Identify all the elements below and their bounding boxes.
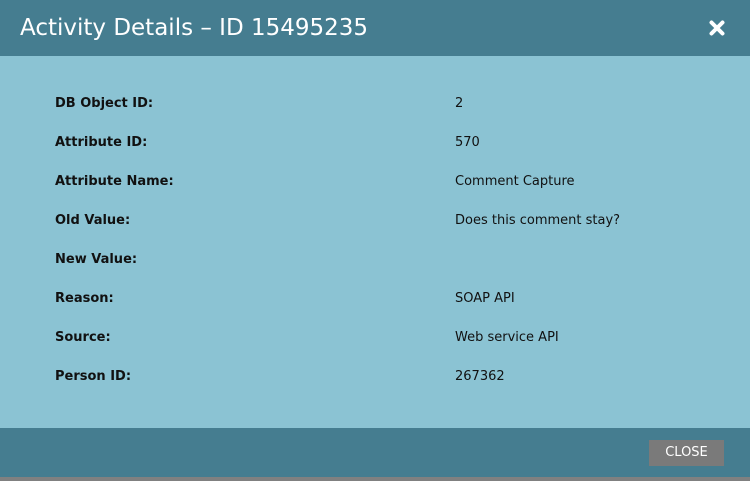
dialog-footer: CLOSE	[0, 428, 750, 477]
detail-value: Does this comment stay?	[455, 213, 621, 228]
close-button[interactable]: CLOSE	[649, 440, 724, 466]
detail-value: Comment Capture	[455, 174, 575, 189]
detail-label: Source:	[55, 330, 111, 345]
detail-row-attribute-id: Attribute ID: 570	[0, 132, 750, 154]
detail-row-source: Source: Web service API	[0, 327, 750, 349]
detail-row-reason: Reason: SOAP API	[0, 288, 750, 310]
detail-label: Reason:	[55, 291, 114, 306]
detail-label: DB Object ID:	[55, 96, 154, 111]
dialog-header: Activity Details – ID 15495235	[0, 0, 750, 56]
detail-value: Web service API	[455, 330, 559, 345]
detail-label: Attribute ID:	[55, 135, 148, 150]
detail-label: Old Value:	[55, 213, 131, 228]
activity-details-dialog: Activity Details – ID 15495235 DB Object…	[0, 0, 750, 477]
close-icon-glyph	[709, 20, 725, 36]
detail-row-new-value: New Value:	[0, 249, 750, 271]
close-icon[interactable]	[703, 14, 731, 42]
dialog-title: Activity Details – ID 15495235	[20, 15, 369, 41]
details-list: DB Object ID: 2 Attribute ID: 570 Attrib…	[0, 56, 750, 428]
detail-value: 267362	[455, 369, 505, 384]
detail-row-attribute-name: Attribute Name: Comment Capture	[0, 171, 750, 193]
detail-label: Attribute Name:	[55, 174, 174, 189]
detail-value: 570	[455, 135, 480, 150]
detail-label: New Value:	[55, 252, 138, 267]
detail-value: 2	[455, 96, 464, 111]
detail-value: SOAP API	[455, 291, 515, 306]
detail-row-old-value: Old Value: Does this comment stay?	[0, 210, 750, 232]
detail-row-person-id: Person ID: 267362	[0, 366, 750, 388]
detail-row-db-object-id: DB Object ID: 2	[0, 93, 750, 115]
detail-label: Person ID:	[55, 369, 132, 384]
